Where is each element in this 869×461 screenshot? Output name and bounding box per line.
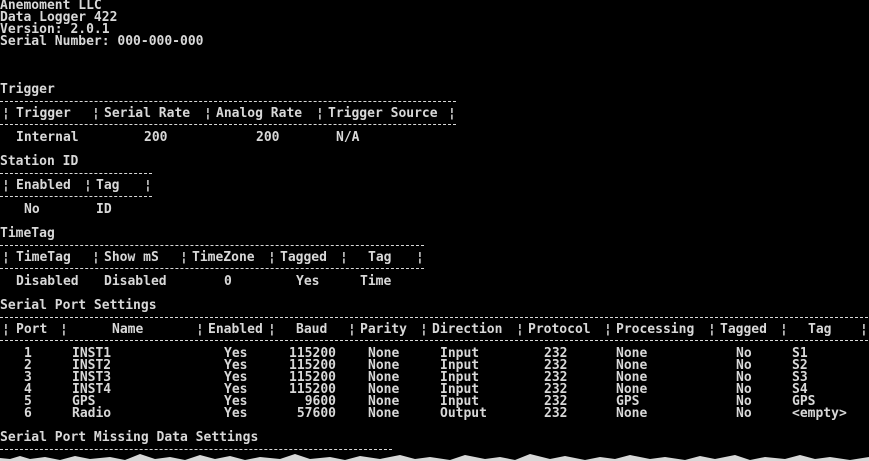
trigger-col-trigger: Trigger xyxy=(16,106,71,121)
trigger-header-row: ¦ Trigger ¦ Serial Rate ¦ Analog Rate ¦ … xyxy=(2,106,456,121)
station-id-value-enabled: No xyxy=(24,202,40,217)
serial-col-port: Port xyxy=(16,322,48,337)
station-id-col-tag: Tag xyxy=(96,178,120,193)
station-id-rule-top xyxy=(0,173,152,174)
serial-cell-protocol: 232 xyxy=(544,406,568,421)
station-id-value-tag: ID xyxy=(96,202,112,217)
torn-edge xyxy=(0,454,869,461)
serial-cell-name: Radio xyxy=(72,406,112,421)
serial-port-rule-top xyxy=(0,317,868,318)
station-id-section-title: Station ID xyxy=(0,154,79,169)
serial-col-tag: Tag xyxy=(808,322,832,337)
serial-cell-parity: None xyxy=(368,406,400,421)
trigger-value-trigger: Internal xyxy=(16,130,79,145)
serial-cell-tagged: No xyxy=(736,406,752,421)
serial-cell-enabled: Yes xyxy=(224,406,248,421)
trigger-col-trigger-source: Trigger Source xyxy=(328,106,438,121)
timetag-value-timezone: 0 xyxy=(224,274,232,289)
timetag-col-timezone: TimeZone xyxy=(192,250,255,265)
station-id-data-row: No ID xyxy=(0,202,869,217)
timetag-col-timetag: TimeTag xyxy=(16,250,71,265)
missing-data-rule-top xyxy=(0,449,392,450)
serial-cell-tag: <empty> xyxy=(792,406,847,421)
trigger-rule-top xyxy=(0,101,456,102)
serial-col-protocol: Protocol xyxy=(528,322,591,337)
serial-port-rule-bottom xyxy=(0,340,868,341)
serial-cell-direction: Output xyxy=(440,406,487,421)
serial-col-parity: Parity xyxy=(360,322,407,337)
trigger-value-serial-rate: 200 xyxy=(144,130,168,145)
trigger-section-title: Trigger xyxy=(0,82,55,97)
timetag-col-show-ms: Show mS xyxy=(104,250,159,265)
serial-col-name: Name xyxy=(112,322,144,337)
serial-cell-processing: None xyxy=(616,406,648,421)
station-id-col-enabled: Enabled xyxy=(16,178,71,193)
timetag-rule-bottom xyxy=(0,268,424,269)
serial-number-line: Serial Number: 000-000-000 xyxy=(0,34,204,49)
serial-cell-port: 6 xyxy=(24,406,32,421)
serial-port-row: 6 Radio Yes 57600 None Output 232 None No <empty> xyxy=(0,406,869,421)
timetag-rule-top xyxy=(0,245,424,246)
trigger-col-serial-rate: Serial Rate xyxy=(104,106,191,121)
timetag-section-title: TimeTag xyxy=(0,226,55,241)
timetag-value-tag: Time xyxy=(360,274,392,289)
serial-cell-baud: 57600 xyxy=(296,406,336,421)
timetag-col-tag: Tag xyxy=(368,250,392,265)
trigger-value-source: N/A xyxy=(336,130,360,145)
timetag-value-timetag: Disabled xyxy=(16,274,79,289)
station-id-rule-bottom xyxy=(0,196,152,197)
serial-col-direction: Direction xyxy=(432,322,503,337)
serial-col-processing: Processing xyxy=(616,322,695,337)
serial-col-baud: Baud xyxy=(296,322,328,337)
station-id-header-row: ¦ Enabled ¦ Tag ¦ xyxy=(2,178,152,193)
serial-port-section-title: Serial Port Settings xyxy=(0,298,157,313)
serial-port-header-row: ¦ Port ¦ Name ¦ Enabled ¦ Baud ¦ Parity … xyxy=(2,322,868,337)
trigger-rule-bottom xyxy=(0,124,456,125)
timetag-col-tagged: Tagged xyxy=(280,250,327,265)
trigger-value-analog-rate: 200 xyxy=(256,130,280,145)
serial-col-tagged: Tagged xyxy=(720,322,767,337)
timetag-value-show-ms: Disabled xyxy=(104,274,167,289)
timetag-header-row: ¦ TimeTag ¦ Show mS ¦ TimeZone ¦ Tagged … xyxy=(2,250,424,265)
trigger-data-row: Internal 200 200 N/A xyxy=(0,130,869,145)
serial-col-enabled: Enabled xyxy=(208,322,263,337)
trigger-col-analog-rate: Analog Rate xyxy=(216,106,303,121)
timetag-value-tagged: Yes xyxy=(296,274,320,289)
missing-data-section-title: Serial Port Missing Data Settings xyxy=(0,430,259,445)
timetag-data-row: Disabled Disabled 0 Yes Time xyxy=(0,274,869,289)
